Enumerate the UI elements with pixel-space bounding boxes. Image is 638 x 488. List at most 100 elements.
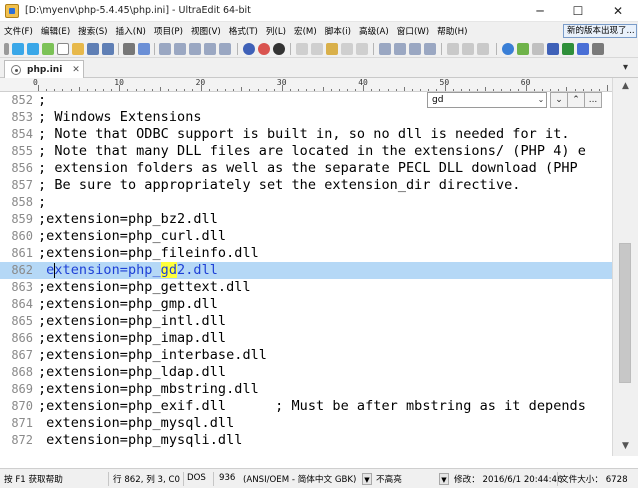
undo-icon[interactable] xyxy=(341,43,353,55)
scroll-down-icon[interactable]: ▼ xyxy=(613,438,638,454)
menu-script[interactable]: 脚本(i) xyxy=(321,25,355,37)
editor-line[interactable]: 857 ; Be sure to appropriately set the ex… xyxy=(0,177,612,194)
editor-line[interactable]: 870 ;extension=php_exif.dll ; Must be aft… xyxy=(0,398,612,415)
cut-icon[interactable] xyxy=(296,43,308,55)
find-in-files-icon[interactable] xyxy=(273,43,285,55)
find-options-button[interactable]: ... xyxy=(584,92,602,108)
next-bookmark-icon[interactable] xyxy=(462,43,474,55)
status-help: 按 F1 获取帮助 xyxy=(4,475,63,485)
status-highlight[interactable]: 不高亮 xyxy=(376,473,402,485)
menu-edit[interactable]: 编辑(E) xyxy=(37,25,74,37)
menu-format[interactable]: 格式(T) xyxy=(225,25,262,37)
bookmark-icon[interactable] xyxy=(447,43,459,55)
editor-line[interactable]: 855 ; Note that many DLL files are locate… xyxy=(0,143,612,160)
menu-advanced[interactable]: 高级(A) xyxy=(355,25,393,37)
line-number: 862 xyxy=(11,263,33,277)
replace-icon[interactable] xyxy=(258,43,270,55)
maximize-button[interactable]: ☐ xyxy=(558,0,598,22)
vertical-scrollbar[interactable]: ▲ ▼ xyxy=(612,78,638,456)
forward-icon[interactable] xyxy=(27,43,39,55)
toolbar-separator xyxy=(154,43,155,55)
editor-line[interactable]: 863 ;extension=php_gettext.dll xyxy=(0,279,612,296)
ftp-icon[interactable] xyxy=(517,43,529,55)
status-encoding[interactable]: (ANSI/OEM - 简体中文 GBK) xyxy=(243,473,356,485)
hex-mode-icon[interactable] xyxy=(204,43,216,55)
save-icon[interactable] xyxy=(87,43,99,55)
ruler-tick xyxy=(533,89,535,91)
editor-line[interactable]: 858; xyxy=(0,194,612,211)
find-next-button[interactable]: ⌄ xyxy=(550,92,568,108)
editor[interactable]: 852; 853 ; Windows Extensions 854 ; Note tha… xyxy=(0,92,612,456)
print-preview-icon[interactable] xyxy=(138,43,150,55)
menu-view[interactable]: 视图(V) xyxy=(187,25,225,37)
comment-icon[interactable] xyxy=(409,43,421,55)
tab-list-arrow-icon[interactable]: ▾ xyxy=(623,62,628,73)
redo-icon[interactable] xyxy=(356,43,368,55)
more-tools-icon[interactable] xyxy=(592,43,604,55)
scroll-thumb[interactable] xyxy=(619,243,631,383)
editor-line[interactable]: 871 extension=php_mysql.dll xyxy=(0,415,612,432)
editor-line[interactable]: 867 ;extension=php_interbase.dll xyxy=(0,347,612,364)
excel-icon[interactable] xyxy=(562,43,574,55)
new-file-icon[interactable] xyxy=(57,43,69,55)
scroll-up-icon[interactable]: ▲ xyxy=(613,78,638,94)
editor-line[interactable]: 864 ;extension=php_gmp.dll xyxy=(0,296,612,313)
editor-line[interactable]: 860 ;extension=php_curl.dll xyxy=(0,228,612,245)
editor-line[interactable]: 866 ;extension=php_imap.dll xyxy=(0,330,612,347)
save-all-icon[interactable] xyxy=(102,43,114,55)
menu-help[interactable]: 帮助(H) xyxy=(433,25,471,37)
tab-php-ini[interactable]: php.ini ✕ xyxy=(4,60,84,78)
editor-line[interactable]: 856 ; extension folders as well as the se… xyxy=(0,160,612,177)
editor-line[interactable]: 859 ;extension=php_bz2.dll xyxy=(0,211,612,228)
column-mode-icon[interactable] xyxy=(189,43,201,55)
menu-project[interactable]: 项目(P) xyxy=(150,25,187,37)
back-icon[interactable] xyxy=(12,43,24,55)
open-folder-icon[interactable] xyxy=(72,43,84,55)
status-line-ending[interactable]: DOS xyxy=(187,473,206,483)
find-prev-button[interactable]: ⌃ xyxy=(567,92,585,108)
ruler-tick xyxy=(208,89,210,91)
copy-icon[interactable] xyxy=(311,43,323,55)
status-codepage[interactable]: 936 xyxy=(219,473,235,483)
word-wrap-icon[interactable] xyxy=(159,43,171,55)
menu-column[interactable]: 列(L) xyxy=(262,25,290,37)
tab-close-icon[interactable]: ✕ xyxy=(72,65,80,75)
prev-bookmark-icon[interactable] xyxy=(477,43,489,55)
encoding-dropdown-icon[interactable]: ▼ xyxy=(362,473,372,485)
current-line[interactable]: 862 extension=php_gd2.dll xyxy=(0,262,612,279)
menu-search[interactable]: 搜索(S) xyxy=(74,25,111,37)
browser-icon[interactable] xyxy=(502,43,514,55)
ruler-tick xyxy=(257,89,259,91)
editor-line[interactable]: 872 extension=php_mysqli.dll xyxy=(0,432,612,449)
find-input[interactable]: gd xyxy=(427,92,547,108)
close-button[interactable]: ✕ xyxy=(598,0,638,22)
find-icon[interactable] xyxy=(243,43,255,55)
minimize-button[interactable]: ─ xyxy=(520,0,560,22)
toggle-view-icon[interactable] xyxy=(219,43,231,55)
print-icon[interactable] xyxy=(123,43,135,55)
spell-check-icon[interactable] xyxy=(547,43,559,55)
menu-window[interactable]: 窗口(W) xyxy=(393,25,433,37)
highlight-dropdown-icon[interactable]: ▼ xyxy=(439,473,449,485)
status-position[interactable]: 行 862, 列 3, C0 xyxy=(113,473,180,485)
update-banner[interactable]: 新的版本出现了... xyxy=(563,24,637,38)
menu-insert[interactable]: 插入(N) xyxy=(112,25,150,37)
script-icon[interactable] xyxy=(577,43,589,55)
refresh-icon[interactable] xyxy=(42,43,54,55)
editor-line[interactable]: 868 ;extension=php_ldap.dll xyxy=(0,364,612,381)
menu-file[interactable]: 文件(F) xyxy=(0,25,37,37)
paste-icon[interactable] xyxy=(326,43,338,55)
editor-line[interactable]: 854 ; Note that ODBC support is built in,… xyxy=(0,126,612,143)
line-numbers-icon[interactable] xyxy=(174,43,186,55)
menu-macro[interactable]: 宏(M) xyxy=(290,25,321,37)
find-history-dropdown-icon[interactable]: ⌄ xyxy=(536,93,546,107)
editor-line[interactable]: 853 ; Windows Extensions xyxy=(0,109,612,126)
editor-line[interactable]: 865 ;extension=php_intl.dll xyxy=(0,313,612,330)
settings-icon[interactable] xyxy=(532,43,544,55)
editor-line[interactable]: 869 ;extension=php_mbstring.dll xyxy=(0,381,612,398)
indent-icon[interactable] xyxy=(379,43,391,55)
ruler-label: 20 xyxy=(195,78,206,87)
outdent-icon[interactable] xyxy=(394,43,406,55)
uncomment-icon[interactable] xyxy=(424,43,436,55)
editor-line[interactable]: 861 ;extension=php_fileinfo.dll xyxy=(0,245,612,262)
